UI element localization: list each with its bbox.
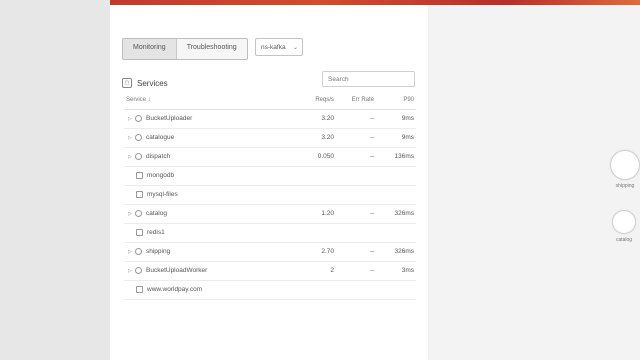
service-icon [135,134,142,141]
database-icon [136,229,143,236]
service-name: redis1 [147,229,165,236]
table-row[interactable]: mysql-files [124,186,416,205]
column-p90[interactable]: P90 [403,97,414,103]
services-panel-title: ▢ Services [122,78,168,88]
graph-node-catalog[interactable]: catalog [612,210,636,243]
service-name: BucketUploadWorker [146,267,208,274]
service-icon [135,115,142,122]
reqs-value: 3.20 [321,115,334,122]
expand-chevron-icon[interactable]: ▷ [128,135,135,141]
table-row[interactable]: ▷ dispatch 0.050 – 136ms [124,148,416,167]
view-tabs: Monitoring Troubleshooting [122,38,248,60]
err-value: – [370,267,374,274]
service-icon [135,248,142,255]
service-name: mysql-files [147,191,178,198]
column-err-rate[interactable]: Err Rate [352,97,374,103]
service-graph-canvas[interactable]: shipping catalog [428,5,640,360]
search-input[interactable] [322,71,415,87]
database-icon [136,172,143,179]
services-table: Service ↓ Reqs/s Err Rate P90 ▷ BucketUpl… [124,93,416,300]
reqs-value: 3.20 [321,134,334,141]
chevron-down-icon: ⌄ [292,45,298,51]
err-value: – [370,153,374,160]
p90-value: 326ms [394,210,414,217]
column-service[interactable]: Service ↓ [126,97,151,103]
services-title: Services [137,78,168,88]
service-name: dispatch [146,153,171,160]
expand-chevron-icon[interactable]: ▷ [128,211,135,217]
table-row[interactable]: ▷ catalogue 3.20 – 9ms [124,129,416,148]
reqs-value: 2.70 [321,248,334,255]
service-name: www.worldpay.com [147,286,203,293]
reqs-value: 0.050 [317,153,334,160]
node-circle[interactable] [610,150,640,180]
table-row[interactable]: ▷ shipping 2.70 – 326ms [124,243,416,262]
tab-troubleshooting[interactable]: Troubleshooting [177,39,247,59]
namespace-select-value: ns-kafka [261,44,286,51]
service-name: catalog [146,210,167,217]
namespace-select[interactable]: ns-kafka ⌄ [255,38,303,56]
column-reqs[interactable]: Reqs/s [315,97,334,103]
service-name: catalogue [146,134,175,141]
table-row[interactable]: redis1 [124,224,416,243]
graph-node-shipping[interactable]: shipping [610,150,640,189]
table-row[interactable]: www.worldpay.com [124,281,416,300]
expand-chevron-icon[interactable]: ▷ [128,116,135,122]
service-name: mongodb [147,172,175,179]
p90-value: 9ms [401,134,414,141]
reqs-value: 2 [330,267,334,274]
expand-chevron-icon[interactable]: ▷ [128,249,135,255]
service-icon [135,153,142,160]
p90-value: 136ms [394,153,414,160]
database-icon [136,191,143,198]
err-value: – [370,115,374,122]
main-panel: Monitoring Troubleshooting ns-kafka ⌄ ▢ … [110,5,428,360]
node-circle[interactable] [612,210,636,234]
table-row[interactable]: ▷ BucketUploadWorker 2 – 3ms [124,262,416,281]
table-header: Service ↓ Reqs/s Err Rate P90 [124,93,416,110]
service-name: shipping [146,248,171,255]
service-name: BucketUploader [146,115,193,122]
p90-value: 9ms [401,115,414,122]
node-label: catalog [615,237,633,243]
table-row[interactable]: ▷ BucketUploader 3.20 – 9ms [124,110,416,129]
globe-icon [136,286,143,293]
p90-value: 3ms [401,267,414,274]
services-icon: ▢ [122,78,132,88]
service-icon [135,210,142,217]
expand-chevron-icon[interactable]: ▷ [128,154,135,160]
left-gutter [0,0,110,360]
err-value: – [370,248,374,255]
err-value: – [370,210,374,217]
service-icon [135,267,142,274]
expand-chevron-icon[interactable]: ▷ [128,268,135,274]
table-row[interactable]: mongodb [124,167,416,186]
err-value: – [370,134,374,141]
table-row[interactable]: ▷ catalog 1.20 – 326ms [124,205,416,224]
node-label: shipping [615,183,635,189]
p90-value: 326ms [394,248,414,255]
reqs-value: 1.20 [321,210,334,217]
tab-monitoring[interactable]: Monitoring [123,39,177,59]
